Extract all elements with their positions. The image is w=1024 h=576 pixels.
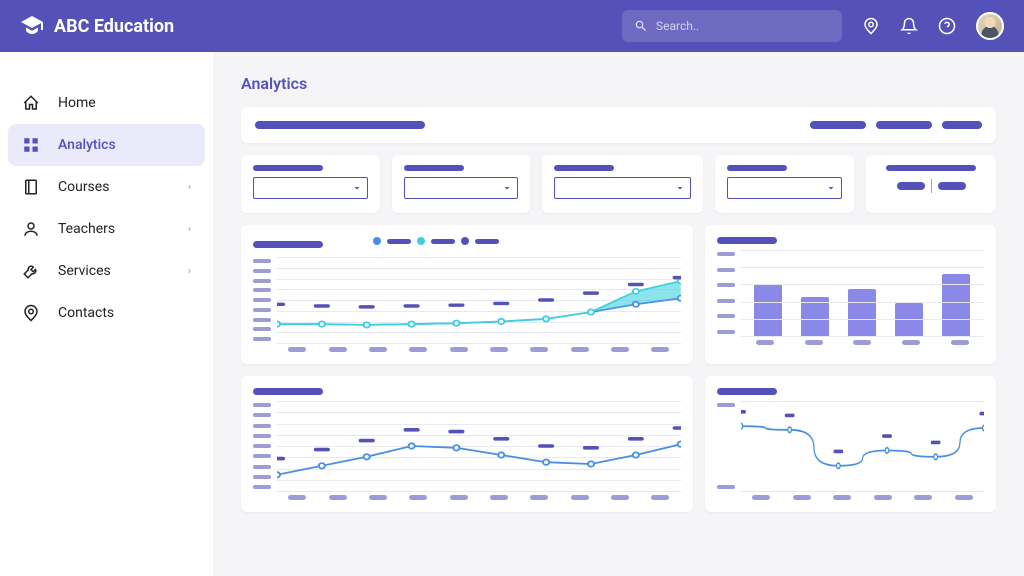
home-icon: [22, 94, 40, 112]
chart-legend: [373, 237, 499, 245]
sidebar-item-analytics[interactable]: Analytics: [8, 124, 205, 166]
chart-line-3: [705, 376, 996, 512]
reset-button[interactable]: [938, 182, 966, 190]
avatar[interactable]: [976, 12, 1004, 40]
filter-1: [241, 155, 380, 213]
breadcrumb-bar: [241, 107, 996, 143]
chart-line-2: [241, 376, 693, 512]
help-icon[interactable]: [938, 17, 956, 35]
bar: [801, 297, 829, 336]
main-content: Analytics: [213, 52, 1024, 576]
sidebar-item-label: Contacts: [58, 305, 114, 321]
search-bar[interactable]: [622, 10, 842, 42]
brand-text: ABC Education: [54, 16, 174, 37]
header-actions: [862, 12, 1004, 40]
search-icon: [634, 19, 648, 33]
sidebar-item-teachers[interactable]: Teachers ›: [8, 208, 205, 250]
bell-icon[interactable]: [900, 17, 918, 35]
sidebar: HomeAnalyticsCourses›Teachers›Services›C…: [0, 52, 213, 576]
user-icon: [22, 220, 40, 238]
sidebar-item-label: Teachers: [58, 221, 115, 237]
bar: [848, 289, 876, 336]
book-icon: [22, 178, 40, 196]
sidebar-item-label: Courses: [58, 179, 109, 195]
brand: ABC Education: [20, 14, 174, 38]
chevron-right-icon: ›: [188, 224, 191, 235]
chart-bar: [705, 225, 996, 364]
location-icon[interactable]: [862, 17, 880, 35]
sidebar-item-services[interactable]: Services ›: [8, 250, 205, 292]
sidebar-item-label: Home: [58, 95, 96, 111]
sidebar-item-home[interactable]: Home: [8, 82, 205, 124]
filter-2: [392, 155, 531, 213]
apply-button[interactable]: [897, 182, 925, 190]
page-title: Analytics: [241, 74, 996, 93]
bar: [942, 274, 970, 336]
sidebar-item-label: Analytics: [58, 137, 116, 153]
pin-icon: [22, 304, 40, 322]
filter-3: [542, 155, 703, 213]
filter-4-select[interactable]: [727, 177, 842, 199]
search-input[interactable]: [656, 19, 830, 33]
app-header: ABC Education: [0, 0, 1024, 52]
graduation-cap-icon: [20, 14, 44, 38]
filter-row: [241, 155, 996, 213]
chart-main-line: [241, 225, 693, 364]
chevron-right-icon: ›: [188, 266, 191, 277]
chevron-right-icon: ›: [188, 182, 191, 193]
filter-1-select[interactable]: [253, 177, 368, 199]
sidebar-item-courses[interactable]: Courses ›: [8, 166, 205, 208]
filter-actions: [866, 155, 996, 213]
filter-3-select[interactable]: [554, 177, 691, 199]
grid-icon: [22, 136, 40, 154]
bar: [754, 284, 782, 336]
sidebar-item-contacts[interactable]: Contacts: [8, 292, 205, 334]
filter-4: [715, 155, 854, 213]
filter-2-select[interactable]: [404, 177, 519, 199]
wrench-icon: [22, 262, 40, 280]
sidebar-item-label: Services: [58, 263, 111, 279]
